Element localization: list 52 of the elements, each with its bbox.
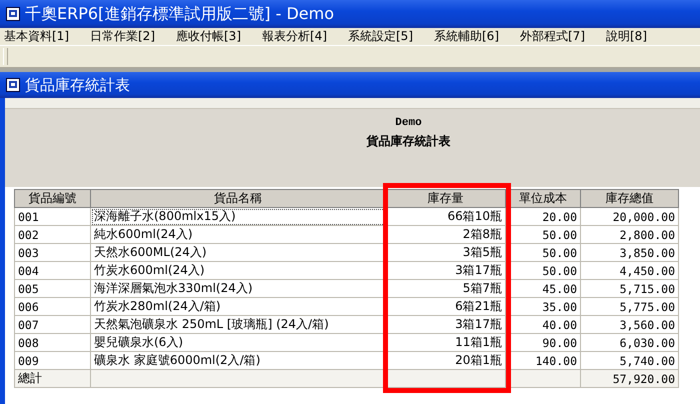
app-icon <box>6 7 20 21</box>
window-title: 千奧ERP6[進銷存標準試用版二號] - Demo <box>25 4 334 24</box>
table-cell: 005 <box>14 280 90 298</box>
table-cell: 5,775.00 <box>580 298 678 316</box>
table-cell: 竹炭水600ml(24入) <box>90 262 386 280</box>
table-cell: 66箱10瓶 <box>386 208 506 226</box>
table-cell: 20,000.00 <box>580 208 678 226</box>
menu-item[interactable]: 基本資料[1] <box>4 28 69 45</box>
table-cell: 嬰兒礦泉水(6入) <box>90 334 386 352</box>
table-cell: 6箱21瓶 <box>386 298 506 316</box>
table-cell: 5,715.00 <box>580 280 678 298</box>
table-cell: 11箱1瓶 <box>386 334 506 352</box>
table-cell: 5箱7瓶 <box>386 280 506 298</box>
table-cell: 3箱17瓶 <box>386 262 506 280</box>
company-name: Demo <box>395 117 422 129</box>
column-header[interactable]: 庫存量 <box>386 190 506 208</box>
table-cell: 006 <box>14 298 90 316</box>
menu-item[interactable]: 報表分析[4] <box>262 28 327 45</box>
table-cell: 天然水600ML(24入) <box>90 244 386 262</box>
column-header[interactable]: 貨品編號 <box>14 190 90 208</box>
report-heading: 貨品庫存統計表 <box>366 133 450 150</box>
table-cell: 002 <box>14 226 90 244</box>
table-cell: 3箱5瓶 <box>386 244 506 262</box>
app-icon <box>6 78 20 92</box>
table-cell: 57,920.00 <box>580 370 678 388</box>
table-cell: 004 <box>14 262 90 280</box>
table-cell: 天然氣泡礦泉水 250mL [玻璃瓶] (24入/箱) <box>90 316 386 334</box>
table-cell: 003 <box>14 244 90 262</box>
table-cell: 6,030.00 <box>580 334 678 352</box>
table-cell: 2箱8瓶 <box>386 226 506 244</box>
table-cell: 總計 <box>14 370 90 388</box>
table-cell: 2,800.00 <box>580 226 678 244</box>
table-cell: 純水600ml(24入) <box>90 226 386 244</box>
menu-item[interactable]: 外部程式[7] <box>520 28 585 45</box>
table-cell: 007 <box>14 316 90 334</box>
menu-item[interactable]: 系統輔助[6] <box>434 28 499 45</box>
table-cell: 3,850.00 <box>580 244 678 262</box>
table-cell: 海洋深層氣泡水330ml(24入) <box>90 280 386 298</box>
menu-item[interactable]: 系統設定[5] <box>348 28 413 45</box>
menu-item[interactable]: 說明[8] <box>606 28 647 45</box>
table-cell: 3箱17瓶 <box>386 316 506 334</box>
table-cell: 001 <box>14 208 90 226</box>
table-cell: 4,450.00 <box>580 262 678 280</box>
table-cell: 竹炭水280ml(24入/箱) <box>90 298 386 316</box>
menu-item[interactable]: 應收付帳[3] <box>176 28 241 45</box>
table-cell: 深海離子水(800mlx15入) <box>90 208 386 226</box>
table-cell: 008 <box>14 334 90 352</box>
menu-item[interactable]: 日常作業[2] <box>90 28 155 45</box>
column-header[interactable]: 庫存總值 <box>580 190 678 208</box>
window-title: 貨品庫存統計表 <box>25 76 130 94</box>
table-cell: 3,560.00 <box>580 316 678 334</box>
column-header[interactable]: 貨品名稱 <box>90 190 386 208</box>
